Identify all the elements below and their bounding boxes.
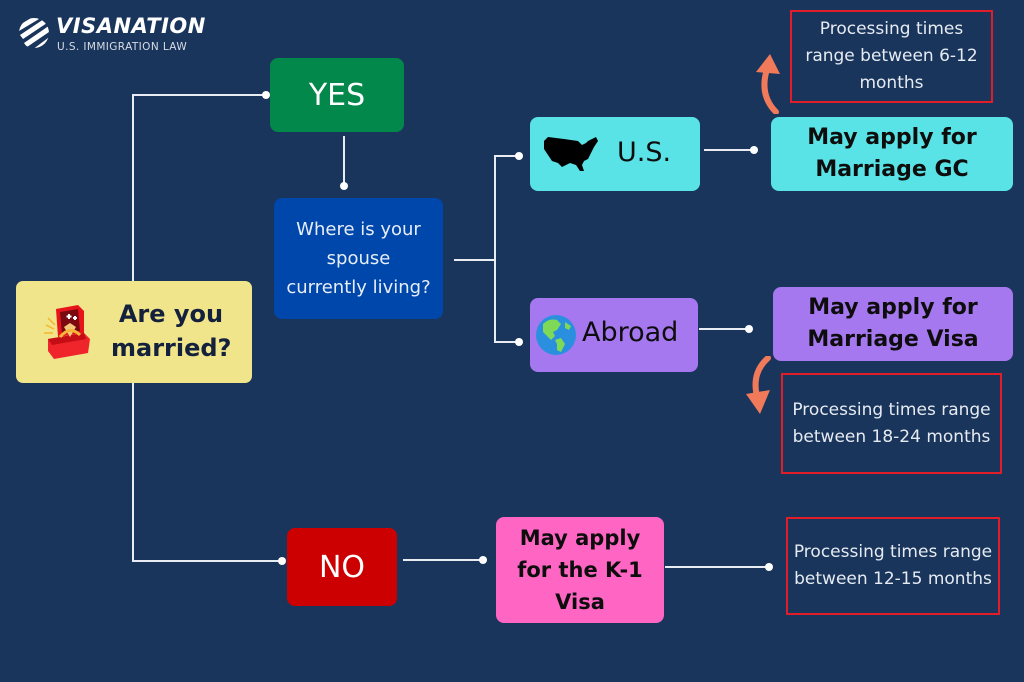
processing-note-gc-text: Processing times range between 6-12 mont… bbox=[805, 19, 978, 93]
no-node: NO bbox=[287, 528, 397, 606]
connector-question-branch bbox=[454, 259, 496, 261]
k1-node: May apply for the K-1 Visa bbox=[496, 517, 664, 623]
connector-dot bbox=[750, 146, 758, 154]
marriage-visa-node: May apply for Marriage Visa bbox=[773, 287, 1013, 361]
yes-node: YES bbox=[270, 58, 404, 132]
connector-start-no-vertical bbox=[132, 383, 134, 561]
connector-dot bbox=[479, 556, 487, 564]
marriage-gc-node-label: May apply for Marriage GC bbox=[807, 125, 977, 182]
connector-no-k1 bbox=[403, 559, 483, 561]
us-node-label: U.S. bbox=[617, 137, 672, 168]
start-node-label: Are you married? bbox=[111, 300, 232, 362]
abroad-node-label: Abroad bbox=[582, 317, 679, 348]
connector-dot bbox=[515, 338, 523, 346]
us-node: U.S. bbox=[530, 117, 700, 191]
connector-dot bbox=[515, 152, 523, 160]
connector-k1-note bbox=[665, 566, 769, 568]
connector-yes-question bbox=[343, 136, 345, 184]
question-node: Where is your spouse currently living? bbox=[274, 198, 443, 319]
connector-dot bbox=[340, 182, 348, 190]
connector-abroad-visa bbox=[699, 328, 749, 330]
logo: VISANATION U.S. IMMIGRATION LAW bbox=[18, 14, 218, 54]
start-node: Are you married? bbox=[16, 281, 252, 383]
yes-node-label: YES bbox=[308, 77, 366, 113]
no-node-label: NO bbox=[318, 549, 366, 585]
curved-arrow-down-icon bbox=[746, 356, 771, 414]
globe-stripes-icon bbox=[19, 18, 49, 48]
marriage-gc-node: May apply for Marriage GC bbox=[771, 117, 1013, 191]
connector-dot bbox=[745, 325, 753, 333]
processing-note-gc: Processing times range between 6-12 mont… bbox=[790, 10, 993, 103]
connector-branch-vertical bbox=[494, 155, 496, 343]
connector-start-yes-horizontal bbox=[132, 94, 266, 96]
curved-arrow-up-icon bbox=[756, 54, 780, 114]
connector-dot bbox=[765, 563, 773, 571]
logo-title: VISANATION bbox=[56, 14, 206, 38]
connector-dot bbox=[262, 91, 270, 99]
processing-note-k1: Processing times range between 12-15 mon… bbox=[786, 517, 1000, 615]
usa-map-icon bbox=[544, 137, 598, 171]
processing-note-visa-text: Processing times range between 18-24 mon… bbox=[792, 399, 991, 447]
processing-note-visa: Processing times range between 18-24 mon… bbox=[781, 373, 1002, 474]
connector-dot bbox=[278, 557, 286, 565]
k1-node-label: May apply for the K-1 Visa bbox=[517, 526, 643, 614]
connector-start-yes-vertical bbox=[132, 95, 134, 281]
logo-subtitle: U.S. IMMIGRATION LAW bbox=[57, 41, 188, 53]
processing-note-k1-text: Processing times range between 12-15 mon… bbox=[793, 542, 993, 589]
connector-start-no-horizontal bbox=[132, 560, 282, 562]
abroad-node: Abroad bbox=[530, 298, 698, 372]
globe-americas-icon bbox=[536, 315, 576, 355]
engagement-ring-icon bbox=[44, 305, 90, 359]
question-node-label: Where is your spouse currently living? bbox=[286, 219, 431, 298]
marriage-visa-node-label: May apply for Marriage Visa bbox=[807, 295, 979, 352]
connector-us-gc bbox=[704, 149, 754, 151]
